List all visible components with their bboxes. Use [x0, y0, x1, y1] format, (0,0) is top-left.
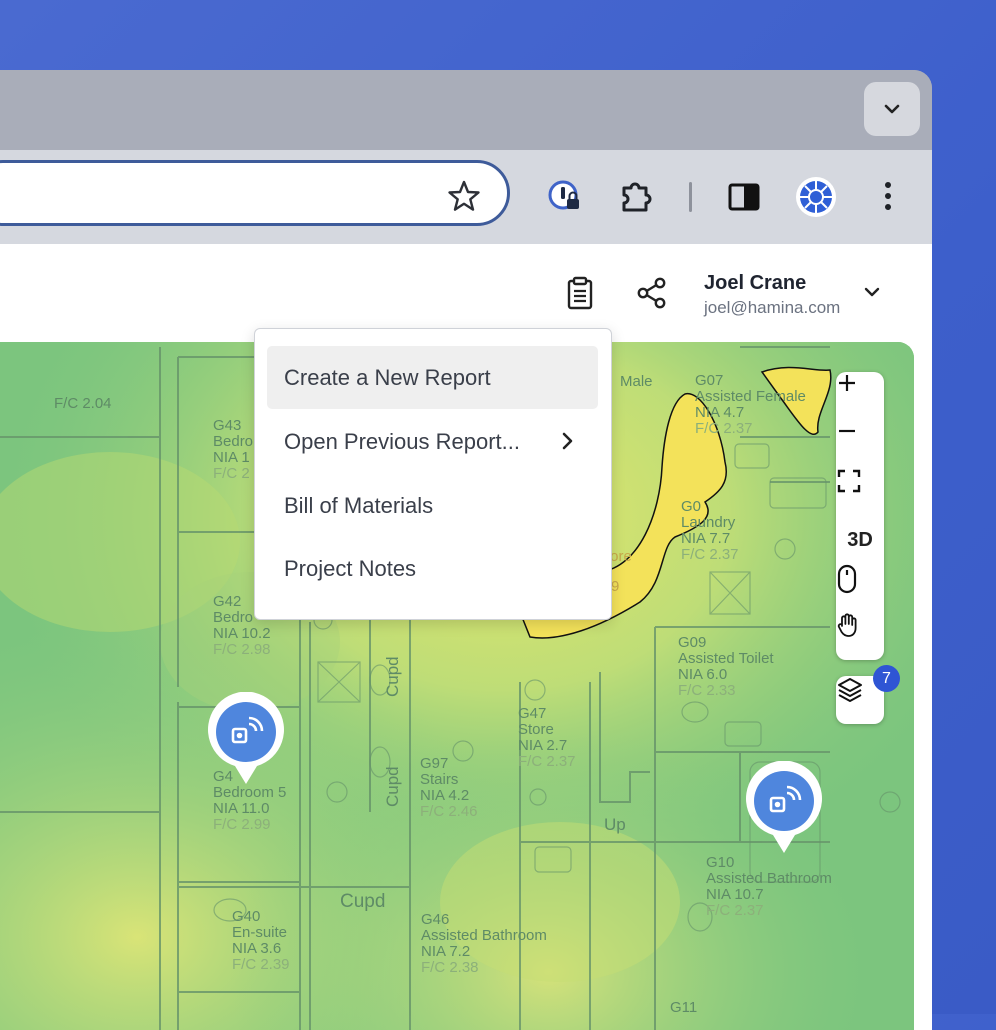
toolbar-divider [689, 182, 692, 212]
profile-icon[interactable] [795, 176, 837, 218]
report-menu: Create a New Report Open Previous Report… [254, 328, 612, 620]
room-label: En-suite [232, 924, 287, 941]
layers-count-badge: 7 [873, 665, 900, 692]
room-label: Assisted Bathroom [421, 927, 547, 944]
room-label: G10 [706, 854, 734, 871]
room-label: NIA 11.0 [213, 800, 269, 817]
room-label: Cupd [340, 891, 385, 912]
tab-strip [0, 70, 932, 150]
room-label: NIA 10.7 [706, 886, 764, 903]
view-3d-button[interactable]: 3D [836, 516, 884, 564]
mouse-mode-button[interactable] [836, 564, 884, 612]
room-label: F/C 2.04 [54, 395, 112, 412]
room-label: NIA 7.7 [681, 530, 730, 547]
chevron-right-icon [562, 432, 573, 450]
layers-icon [838, 678, 862, 702]
room-label: F/C 2.37 [695, 420, 753, 437]
room-label: Store [518, 721, 554, 738]
password-manager-icon[interactable] [546, 178, 584, 216]
room-label: F/C 2.98 [213, 641, 271, 658]
room-label: G11 [670, 999, 697, 1016]
room-label: Cupd [383, 766, 402, 807]
room-label: F/C 2.39 [232, 956, 290, 973]
fullscreen-icon [837, 469, 861, 493]
menu-item-project-notes[interactable]: Project Notes [267, 537, 598, 600]
extensions-icon[interactable] [618, 178, 656, 216]
room-label: Assisted Toilet [678, 650, 774, 667]
room-label: G09 [678, 634, 706, 651]
room-label: NIA 10.2 [213, 625, 271, 642]
room-label: Bedro [213, 433, 253, 450]
user-email[interactable]: joel@hamina.com [704, 298, 840, 318]
room-label: F/C 2.46 [420, 803, 478, 820]
star-icon[interactable] [447, 179, 481, 213]
fullscreen-button[interactable] [836, 468, 884, 516]
room-label: Up [604, 815, 626, 834]
room-label: G07 [695, 372, 723, 389]
room-label: Male [620, 373, 653, 390]
chevron-down-icon[interactable] [862, 282, 882, 302]
room-label: G97 [420, 755, 448, 772]
room-label: Assisted Bathroom [706, 870, 832, 887]
room-label: Stairs [420, 771, 458, 788]
access-point-pin[interactable] [205, 692, 287, 788]
chevron-down-icon [884, 104, 900, 114]
menu-item-open-previous-report[interactable]: Open Previous Report... [267, 410, 598, 473]
room-label: G0 [681, 498, 701, 515]
address-bar[interactable] [0, 160, 510, 226]
plus-icon [839, 375, 855, 391]
side-panel-icon[interactable] [725, 178, 763, 216]
share-icon[interactable] [636, 276, 668, 310]
menu-item-label: Bill of Materials [284, 492, 434, 518]
room-label: G42 [213, 593, 241, 610]
menu-item-bill-of-materials[interactable]: Bill of Materials [267, 474, 598, 537]
user-name[interactable]: Joel Crane [704, 272, 806, 295]
room-label: NIA 6.0 [678, 666, 727, 683]
pan-mode-button[interactable] [836, 612, 884, 660]
room-label: F/C 2.38 [421, 959, 479, 976]
clipboard-icon[interactable] [564, 276, 596, 310]
menu-item-label: Project Notes [284, 555, 417, 581]
room-label: NIA 3.6 [232, 940, 281, 957]
more-vert-icon[interactable] [870, 178, 908, 216]
room-label: G40 [232, 908, 260, 925]
hand-icon [837, 613, 857, 637]
room-label: Laundry [681, 514, 736, 531]
room-label: F/C 2 [213, 465, 250, 482]
menu-item-label: Open Previous Report... [284, 428, 521, 454]
zoom-in-button[interactable] [836, 372, 884, 420]
room-label: F/C 2.37 [681, 546, 739, 563]
room-label: NIA 7.2 [421, 943, 470, 960]
room-label: Bedro [213, 609, 253, 626]
map-controls: 3D [836, 372, 884, 660]
view-3d-label: 3D [847, 528, 873, 551]
room-label: Assisted Female [695, 388, 806, 405]
mouse-icon [837, 564, 857, 594]
room-label: 9 [611, 578, 619, 595]
room-label: F/C 2.37 [518, 753, 576, 770]
room-label: NIA 2.7 [518, 737, 567, 754]
room-label: F/C 2.99 [213, 816, 271, 833]
access-point-pin[interactable] [743, 761, 825, 857]
room-label: G43 [213, 417, 241, 434]
zoom-out-button[interactable] [836, 420, 884, 468]
room-label: NIA 4.2 [420, 787, 469, 804]
tab-search-button[interactable] [864, 82, 920, 136]
room-label: NIA 4.7 [695, 404, 744, 421]
room-label: Cupd [383, 656, 402, 697]
room-label: G46 [421, 911, 449, 928]
room-label: F/C 2.37 [706, 902, 764, 919]
minus-icon [839, 429, 855, 433]
browser-toolbar [0, 150, 932, 244]
room-label: NIA 1 [213, 449, 250, 466]
menu-item-label: Create a New Report [284, 364, 491, 390]
room-label: F/C 2.33 [678, 682, 736, 699]
room-label: G47 [518, 705, 546, 722]
menu-item-create-new-report[interactable]: Create a New Report [267, 346, 598, 409]
